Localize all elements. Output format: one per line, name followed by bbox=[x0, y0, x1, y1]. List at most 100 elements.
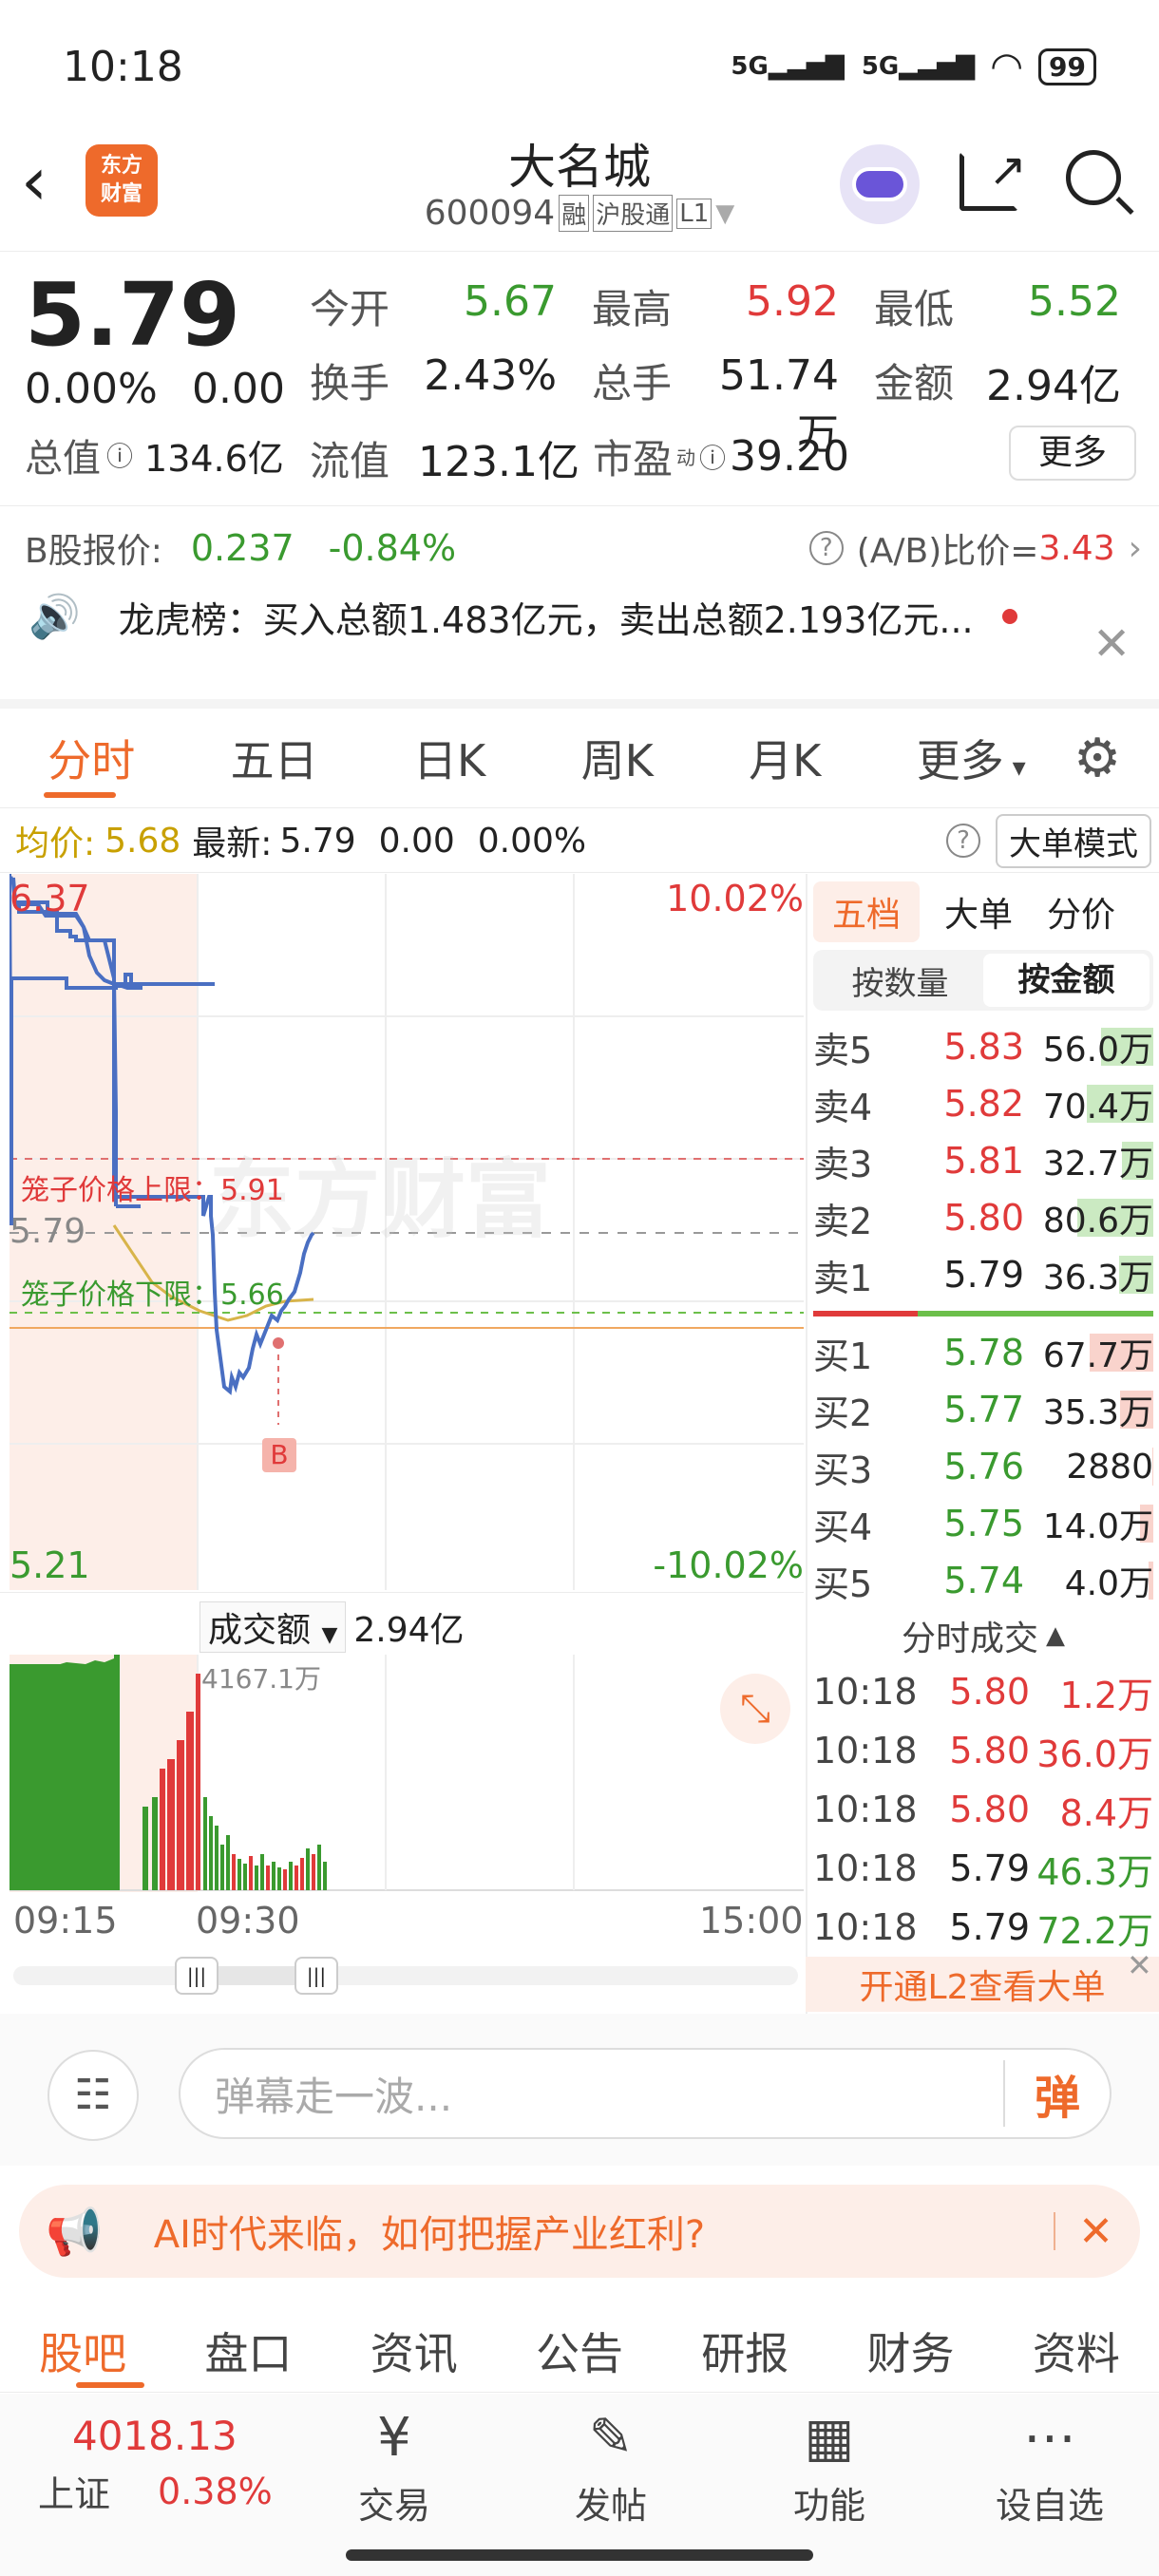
nav-function[interactable]: ▦ 功能 bbox=[777, 2407, 882, 2529]
speaker-icon: 🔊 bbox=[28, 593, 81, 641]
bid-row[interactable]: 买1 5.78 67.7万 bbox=[808, 1324, 1159, 1381]
robot-avatar-icon[interactable] bbox=[840, 144, 920, 224]
quote-label: 最高 bbox=[592, 286, 673, 332]
quote-value: 5.52 bbox=[1028, 277, 1121, 326]
bid-row[interactable]: 买2 5.77 35.3万 bbox=[808, 1381, 1159, 1438]
close-l2-icon[interactable]: ✕ bbox=[1127, 1947, 1152, 1983]
tab-5[interactable]: 更多 ▾ bbox=[917, 727, 1026, 789]
order-book-panel: 五档 大单 分价 按数量 按金额 卖5 5.83 56.0万 卖4 5.82 70.4万卖… bbox=[806, 874, 1159, 2070]
l2-banner[interactable]: 开通L2查看大单 bbox=[806, 1957, 1159, 2012]
home-indicator bbox=[346, 2549, 813, 2561]
quote-label: 最低 bbox=[874, 286, 955, 332]
bid-row[interactable]: 买3 5.76 2880 bbox=[808, 1438, 1159, 1495]
wifi-icon: ◠ bbox=[992, 45, 1022, 88]
tab-big-order[interactable]: 大单 bbox=[920, 881, 1037, 942]
ask-row[interactable]: 卖2 5.80 80.6万 bbox=[808, 1189, 1159, 1246]
float-mv: 流值 123.1亿 bbox=[310, 437, 580, 487]
bshare-price: 0.237 bbox=[190, 527, 294, 569]
quote-label: 总手 bbox=[592, 360, 673, 407]
bshare-row[interactable]: B股报价: 0.237 -0.84% ? (A/B)比价= 3.43 › bbox=[25, 524, 1142, 572]
time-start: 09:15 bbox=[13, 1900, 118, 1941]
content-tab-3[interactable]: 公告 bbox=[536, 2320, 623, 2382]
content-tab-0[interactable]: 股吧 bbox=[39, 2320, 126, 2382]
info-icon: ⓘ bbox=[699, 442, 727, 474]
quote-value: 2.43% bbox=[424, 351, 557, 400]
help-icon[interactable]: ? bbox=[946, 824, 980, 858]
by-amount[interactable]: 按金额 bbox=[983, 954, 1150, 1007]
volume-chart[interactable]: 4167.1万 ⤡ bbox=[10, 1655, 804, 1892]
slider-handle-right[interactable]: ||| bbox=[294, 1957, 338, 1995]
upper-limit-label: 笼子价格上限：5.91 bbox=[21, 1174, 284, 1207]
close-icon[interactable]: ✕ bbox=[1092, 617, 1130, 671]
tab-2[interactable]: 日K bbox=[413, 727, 485, 789]
book-tabs: 五档 大单 分价 bbox=[808, 874, 1159, 950]
more-button[interactable]: 更多 bbox=[1009, 426, 1136, 481]
book-subtabs: 按数量 按金额 bbox=[813, 950, 1153, 1011]
tab-five-level[interactable]: 五档 bbox=[813, 881, 921, 942]
content-tab-1[interactable]: 盘口 bbox=[204, 2320, 292, 2382]
close-ad-icon[interactable]: ✕ bbox=[1078, 2207, 1113, 2256]
quote-label: 换手 bbox=[310, 360, 390, 407]
content-tab-6[interactable]: 资料 bbox=[1033, 2320, 1120, 2382]
trade-row: 10:18 5.79 46.3万 bbox=[813, 1847, 1153, 1893]
megaphone-icon: 📢 bbox=[46, 2205, 103, 2259]
ask-row[interactable]: 卖1 5.79 36.3万 bbox=[808, 1246, 1159, 1303]
time-end: 15:00 bbox=[699, 1900, 804, 1941]
info-icon: ⓘ bbox=[106, 441, 134, 472]
chart-high-label: 6.37 bbox=[10, 878, 90, 919]
share-icon[interactable]: ↗ bbox=[960, 147, 1027, 211]
trade-row: 10:18 5.80 1.2万 bbox=[813, 1671, 1153, 1716]
ask-row[interactable]: 卖3 5.81 32.7万 bbox=[808, 1132, 1159, 1189]
signal-icon-2: 5G▂▃▅▇ bbox=[861, 52, 976, 81]
comment-input[interactable]: 弹幕走一波... 弹 bbox=[179, 2048, 1112, 2139]
time-mid: 09:30 bbox=[196, 1900, 300, 1941]
bid-row[interactable]: 买4 5.75 14.0万 bbox=[808, 1495, 1159, 1552]
current-price-label: 5.79 bbox=[10, 1212, 86, 1251]
content-tabs: 股吧 盘口 资讯 公告 研报 财务 资料 bbox=[0, 2308, 1159, 2394]
bid-row[interactable]: 买5 5.74 4.0万 bbox=[808, 1552, 1159, 1609]
tab-price-dist[interactable]: 分价 bbox=[1037, 881, 1125, 942]
content-tab-2[interactable]: 资讯 bbox=[370, 2320, 458, 2382]
pe-ratio: 市盈动 ⓘ 39.20 bbox=[593, 432, 849, 483]
content-tab-4[interactable]: 研报 bbox=[701, 2320, 788, 2382]
stock-code: 600094 bbox=[424, 194, 556, 233]
tab-4[interactable]: 月K bbox=[749, 727, 821, 789]
nav-post[interactable]: ✎ 发帖 bbox=[559, 2407, 663, 2529]
total-mv: 总值 ⓘ 134.6亿 bbox=[25, 437, 284, 481]
chevron-right-icon: › bbox=[1128, 528, 1142, 568]
settings-icon[interactable]: ⚙ bbox=[1074, 728, 1121, 789]
battery-icon: 99 bbox=[1038, 47, 1096, 85]
intraday-chart[interactable]: 东方财富 6.37 10.02% 5.21 -10.02% 5.79 笼子价格上… bbox=[8, 873, 804, 1596]
danmaku-send-button[interactable]: 弹 bbox=[1005, 2060, 1110, 2127]
tab-0[interactable]: 分时 bbox=[48, 727, 135, 789]
danmaku-settings-icon[interactable]: ☷ bbox=[48, 2050, 139, 2141]
expand-icon[interactable]: ⤡ bbox=[720, 1674, 790, 1744]
comment-bar: ☷ 弹幕走一波... 弹 bbox=[0, 2014, 1159, 2166]
big-order-mode-button[interactable]: 大单模式 bbox=[996, 813, 1151, 868]
tab-1[interactable]: 五日 bbox=[231, 727, 318, 789]
content-tab-5[interactable]: 财务 bbox=[867, 2320, 955, 2382]
help-icon[interactable]: ? bbox=[808, 531, 844, 565]
nav-watchlist[interactable]: ⋯ 设自选 bbox=[988, 2407, 1112, 2529]
trade-row: 10:18 5.79 72.2万 bbox=[813, 1906, 1153, 1952]
trade-row: 10:18 5.80 8.4万 bbox=[813, 1789, 1153, 1834]
search-icon[interactable] bbox=[1066, 150, 1134, 216]
volume-select[interactable]: 成交额 ▼ bbox=[200, 1601, 347, 1653]
range-slider[interactable]: ||| ||| bbox=[13, 1957, 798, 1995]
ask-row[interactable]: 卖4 5.82 70.4万 bbox=[808, 1075, 1159, 1132]
trades-title[interactable]: 分时成交 ▲ bbox=[808, 1609, 1159, 1662]
quote-value: 2.94亿 bbox=[986, 362, 1121, 410]
ad-banner[interactable]: 📢 AI时代来临，如何把握产业红利? ✕ bbox=[19, 2185, 1140, 2278]
more-icon: ⋯ bbox=[1023, 2407, 1076, 2469]
lower-limit-label: 笼子价格下限：5.66 bbox=[21, 1279, 284, 1312]
ask-row[interactable]: 卖5 5.83 56.0万 bbox=[808, 1018, 1159, 1075]
slider-handle-left[interactable]: ||| bbox=[175, 1957, 218, 1995]
chart-tabs: 分时 五日 日K 周K 月K 更多 ▾ ⚙ bbox=[0, 714, 1159, 802]
by-quantity[interactable]: 按数量 bbox=[817, 957, 983, 1004]
notice-bar[interactable]: 🔊 龙虎榜：买入总额1.483亿元，卖出总额2.193亿元... bbox=[28, 587, 1150, 646]
index-widget[interactable]: 4018.13 上证 0.38% bbox=[38, 2413, 285, 2517]
chart-low-label: 5.21 bbox=[10, 1544, 90, 1586]
tab-3[interactable]: 周K bbox=[581, 727, 654, 789]
nav-trade[interactable]: ¥ 交易 bbox=[342, 2407, 446, 2529]
buy-marker[interactable]: B bbox=[262, 1438, 296, 1472]
